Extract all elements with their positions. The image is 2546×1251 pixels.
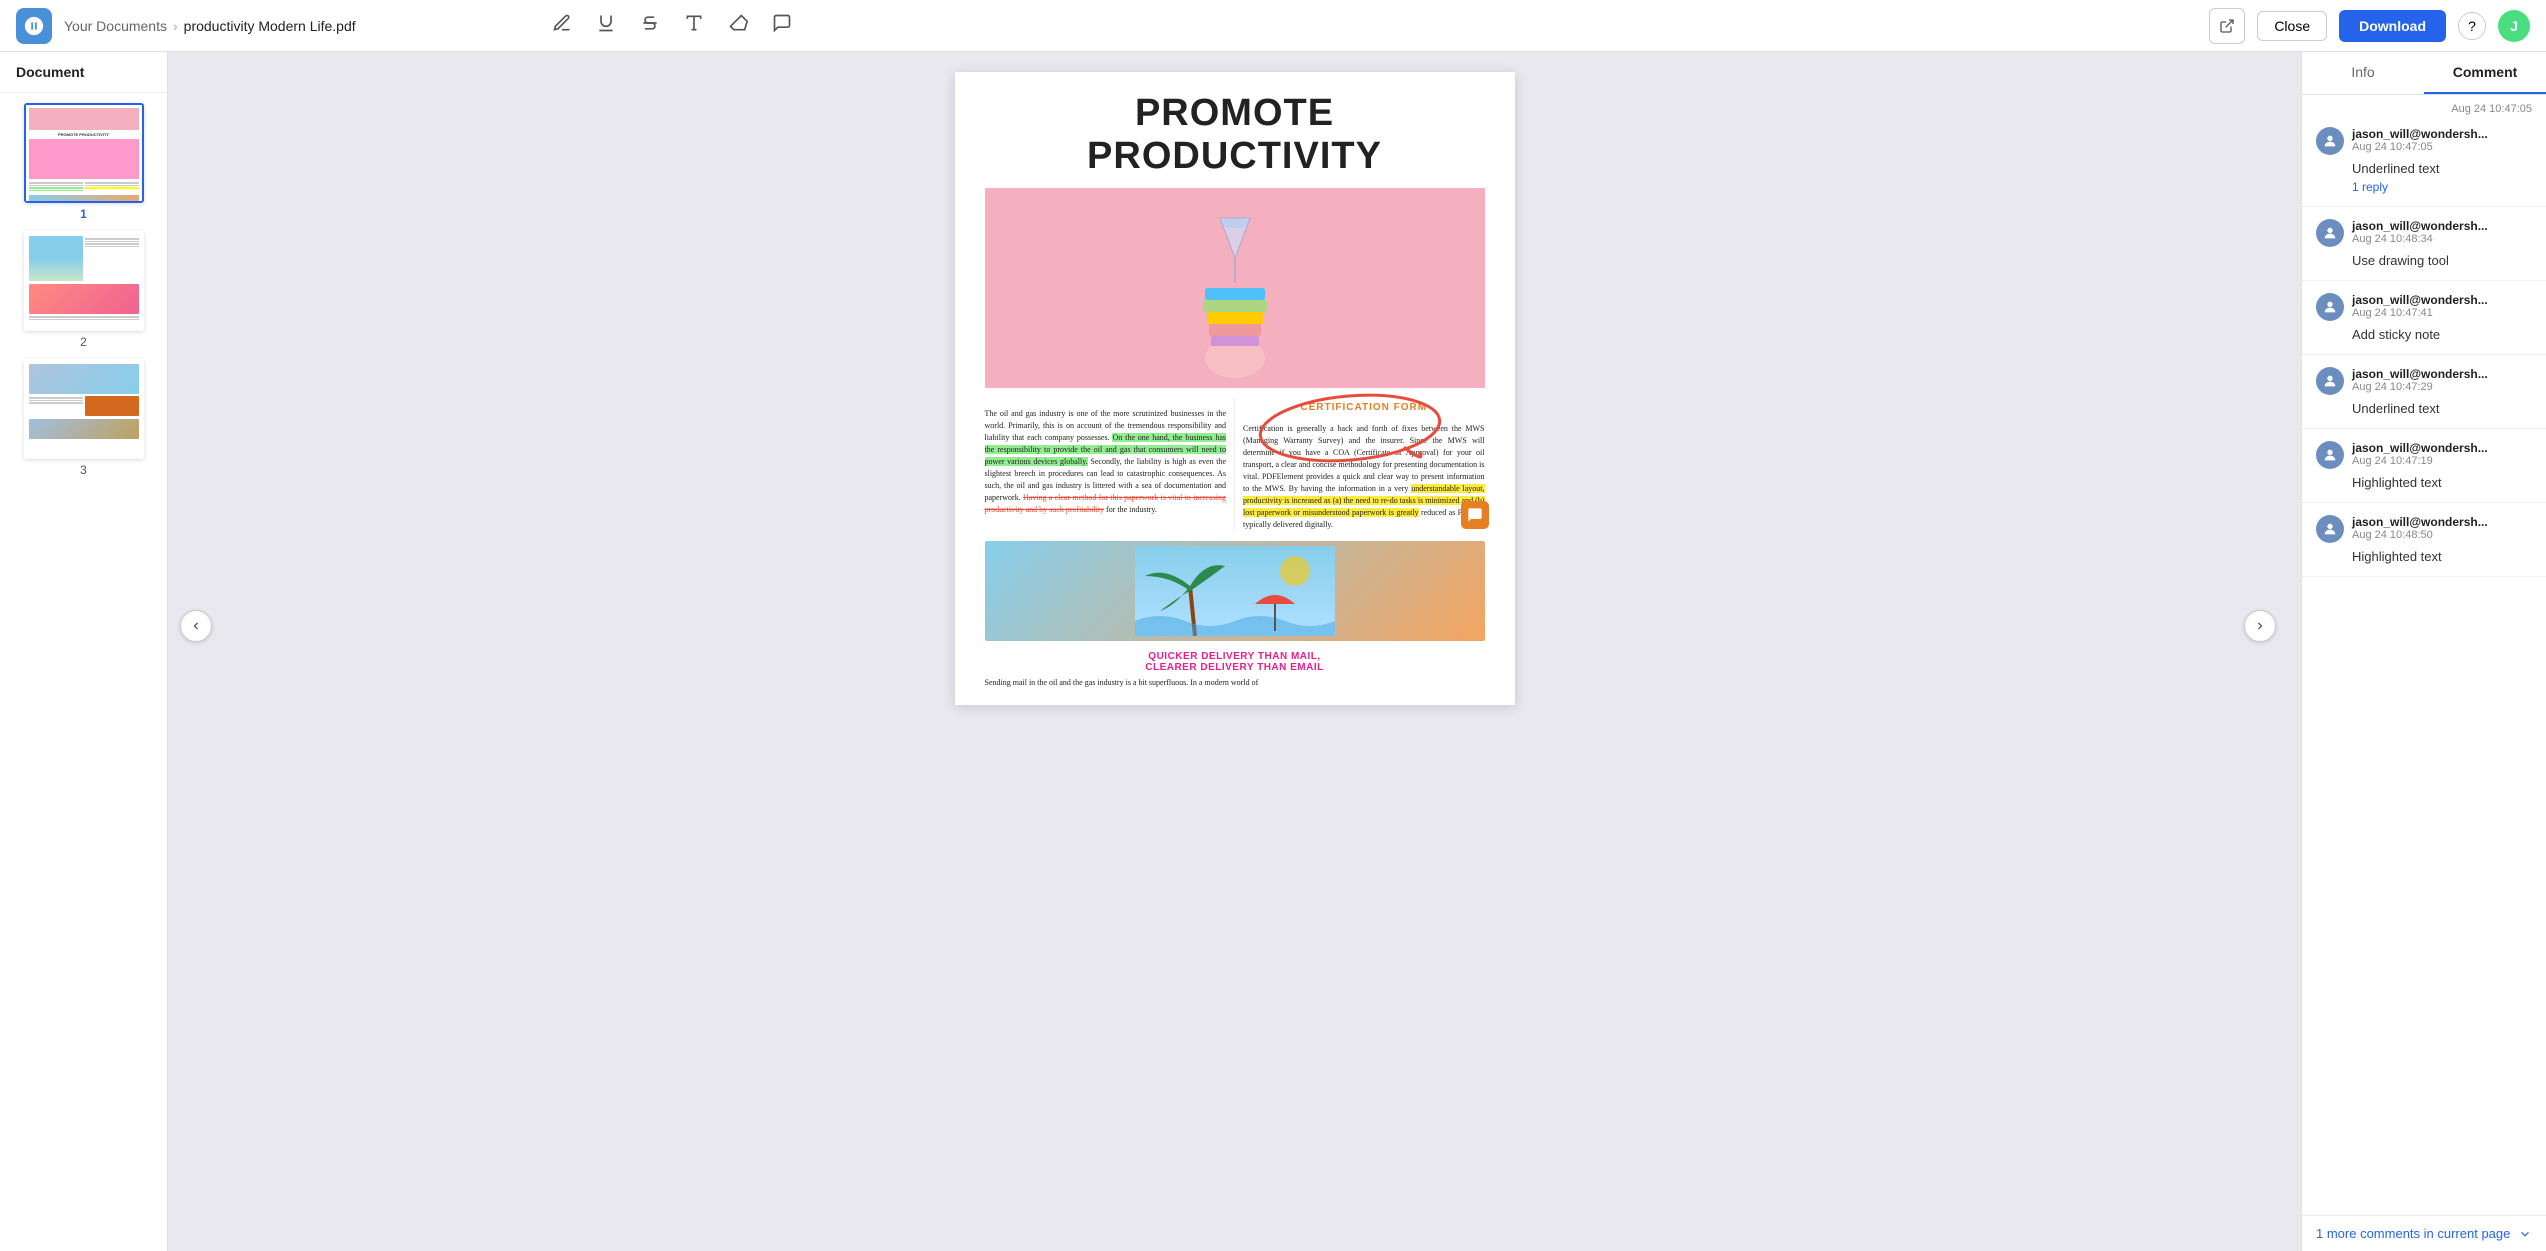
comment-meta-1: jason_will@wondersh... Aug 24 10:47:05 — [2352, 127, 2532, 153]
breadcrumb: Your Documents › productivity Modern Lif… — [64, 18, 356, 34]
comment-date-5: Aug 24 10:47:19 — [2352, 455, 2532, 467]
comment-meta-5: jason_will@wondersh... Aug 24 10:47:19 — [2352, 441, 2532, 467]
comment-username-6: jason_will@wondersh... — [2352, 515, 2532, 529]
page-num-1: 1 — [80, 207, 87, 221]
pdf-title: PROMOTE PRODUCTIVITY — [955, 72, 1515, 188]
comment-username-3: jason_will@wondersh... — [2352, 293, 2532, 307]
comment-meta-2: jason_will@wondersh... Aug 24 10:48:34 — [2352, 219, 2532, 245]
comment-header-4: jason_will@wondersh... Aug 24 10:47:29 — [2316, 367, 2532, 395]
comment-item-5: jason_will@wondersh... Aug 24 10:47:19 H… — [2302, 429, 2546, 503]
download-button[interactable]: Download — [2339, 10, 2446, 42]
comment-text-3: Add sticky note — [2352, 327, 2532, 342]
comment-icon[interactable] — [768, 9, 796, 42]
page-thumb-3[interactable]: 3 — [10, 359, 157, 477]
comment-avatar-1 — [2316, 127, 2344, 155]
comment-item-2: jason_will@wondersh... Aug 24 10:48:34 U… — [2302, 207, 2546, 281]
comment-header-3: jason_will@wondersh... Aug 24 10:47:41 — [2316, 293, 2532, 321]
pencil-icon[interactable] — [548, 9, 576, 42]
floating-comment-icon[interactable] — [1461, 501, 1489, 529]
strikethrough-icon[interactable] — [636, 9, 664, 42]
page-thumb-img-2 — [24, 231, 144, 331]
comment-avatar-4 — [2316, 367, 2344, 395]
breadcrumb-current: productivity Modern Life.pdf — [184, 18, 356, 34]
comment-date-2: Aug 24 10:48:34 — [2352, 233, 2532, 245]
comment-avatar-2 — [2316, 219, 2344, 247]
comment-text-6: Highlighted text — [2352, 549, 2532, 564]
document-sidebar: Document PROMOTE PRODUCTIVITY — [0, 52, 168, 1251]
comment-text-2: Use drawing tool — [2352, 253, 2532, 268]
comment-username-1: jason_will@wondersh... — [2352, 127, 2532, 141]
help-button[interactable]: ? — [2458, 12, 2486, 40]
comment-header-6: jason_will@wondersh... Aug 24 10:48:50 — [2316, 515, 2532, 543]
app-logo — [16, 8, 52, 44]
comment-meta-6: jason_will@wondersh... Aug 24 10:48:50 — [2352, 515, 2532, 541]
open-button[interactable] — [2209, 8, 2245, 44]
comment-text-4: Underlined text — [2352, 401, 2532, 416]
text-icon[interactable] — [680, 9, 708, 42]
tab-info[interactable]: Info — [2302, 52, 2424, 94]
cert-label: CERTIFICATION FORM — [1243, 402, 1485, 413]
comment-avatar-5 — [2316, 441, 2344, 469]
comment-date-1: Aug 24 10:47:05 — [2352, 141, 2532, 153]
page-thumb-1[interactable]: PROMOTE PRODUCTIVITY — [10, 103, 157, 221]
header: Your Documents › productivity Modern Lif… — [0, 0, 2546, 52]
pdf-left-text: The oil and gas industry is one of the m… — [985, 408, 1227, 516]
main-area: Document PROMOTE PRODUCTIVITY — [0, 52, 2546, 1251]
comment-text-5: Highlighted text — [2352, 475, 2532, 490]
toolbar — [548, 9, 796, 42]
sidebar-title: Document — [0, 52, 167, 93]
right-panel: Info Comment Aug 24 10:47:05 jason_will@… — [2301, 52, 2546, 1251]
comment-meta-3: jason_will@wondersh... Aug 24 10:47:41 — [2352, 293, 2532, 319]
comment-header-5: jason_will@wondersh... Aug 24 10:47:19 — [2316, 441, 2532, 469]
pdf-bottom-text: Sending mail in the oil and the gas indu… — [985, 677, 1485, 705]
comment-item-6: jason_will@wondersh... Aug 24 10:48:50 H… — [2302, 503, 2546, 577]
chevron-down-icon — [2518, 1227, 2532, 1241]
comment-header-1: jason_will@wondersh... Aug 24 10:47:05 — [2316, 127, 2532, 155]
page-thumb-img-3 — [24, 359, 144, 459]
comment-avatar-3 — [2316, 293, 2344, 321]
close-button[interactable]: Close — [2257, 11, 2327, 41]
underline-icon[interactable] — [592, 9, 620, 42]
avatar[interactable]: J — [2498, 10, 2530, 42]
pdf-page: PROMOTE PRODUCTIVITY — [955, 72, 1515, 705]
comment-username-2: jason_will@wondersh... — [2352, 219, 2532, 233]
pdf-right-text: Certification is generally a back and fo… — [1243, 423, 1485, 531]
comment-text-1: Underlined text — [2352, 161, 2532, 176]
top-comment-date: Aug 24 10:47:05 — [2302, 95, 2546, 115]
comment-header-2: jason_will@wondersh... Aug 24 10:48:34 — [2316, 219, 2532, 247]
comment-replies-1[interactable]: 1 reply — [2352, 180, 2532, 194]
comment-username-4: jason_will@wondersh... — [2352, 367, 2532, 381]
page-num-3: 3 — [80, 463, 87, 477]
page-thumb-img-1: PROMOTE PRODUCTIVITY — [24, 103, 144, 203]
prev-page-button[interactable] — [180, 610, 212, 642]
comment-meta-4: jason_will@wondersh... Aug 24 10:47:29 — [2352, 367, 2532, 393]
tab-comment[interactable]: Comment — [2424, 52, 2546, 94]
comment-item-4: jason_will@wondersh... Aug 24 10:47:29 U… — [2302, 355, 2546, 429]
comment-username-5: jason_will@wondersh... — [2352, 441, 2532, 455]
eraser-icon[interactable] — [724, 9, 752, 42]
panel-tabs: Info Comment — [2302, 52, 2546, 95]
pdf-viewer[interactable]: PROMOTE PRODUCTIVITY — [168, 52, 2301, 1251]
comment-item-1: jason_will@wondersh... Aug 24 10:47:05 U… — [2302, 115, 2546, 207]
comment-item-3: jason_will@wondersh... Aug 24 10:47:41 A… — [2302, 281, 2546, 355]
comment-date-3: Aug 24 10:47:41 — [2352, 307, 2532, 319]
pdf-bottom-image — [985, 541, 1485, 641]
more-comments-link[interactable]: 1 more comments in current page — [2302, 1215, 2546, 1251]
breadcrumb-parent[interactable]: Your Documents — [64, 18, 167, 34]
pdf-pink-heading: QUICKER DELIVERY THAN MAIL, CLEARER DELI… — [985, 651, 1485, 673]
comment-date-6: Aug 24 10:48:50 — [2352, 529, 2532, 541]
comments-list: Aug 24 10:47:05 jason_will@wondersh... A… — [2302, 95, 2546, 1215]
comment-date-4: Aug 24 10:47:29 — [2352, 381, 2532, 393]
breadcrumb-separator: › — [173, 18, 178, 34]
header-actions: Close Download ? J — [2209, 8, 2530, 44]
page-thumb-2[interactable]: 2 — [10, 231, 157, 349]
comment-avatar-6 — [2316, 515, 2344, 543]
page-num-2: 2 — [80, 335, 87, 349]
more-comments-text: 1 more comments in current page — [2316, 1226, 2510, 1241]
pages-list: PROMOTE PRODUCTIVITY — [0, 93, 167, 487]
next-page-button[interactable] — [2244, 610, 2276, 642]
